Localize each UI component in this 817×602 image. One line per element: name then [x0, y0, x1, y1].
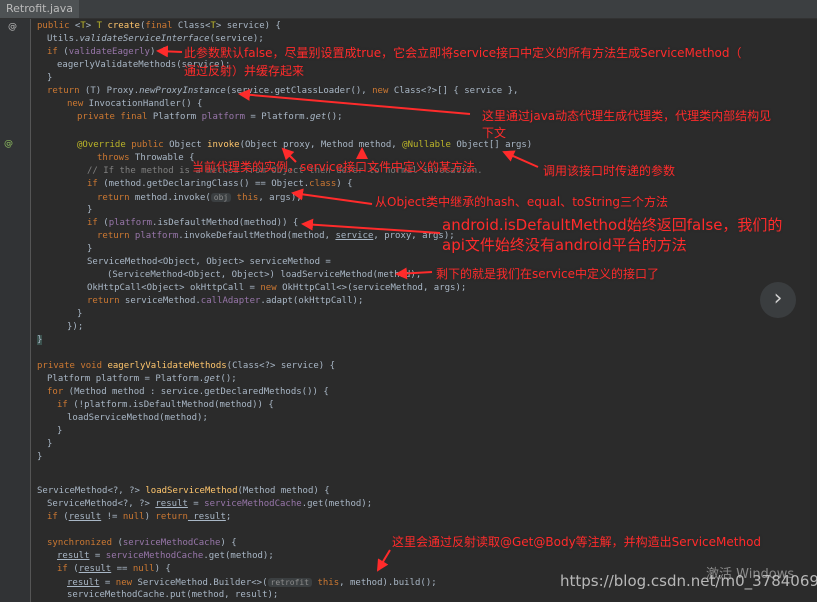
annotation-proxy-cont: 下文 — [482, 126, 507, 140]
arrow-6 — [301, 218, 441, 234]
arrow-2 — [238, 88, 471, 115]
arrow-7 — [395, 267, 433, 280]
arrow-8 — [376, 549, 391, 572]
blog-url-watermark: https://blog.csdn.net/m0_37840695 — [560, 572, 817, 590]
annotation-default-method: android.isDefaultMethod始终返回false，我们的 — [442, 216, 783, 234]
annotation-proxy-instance: 当前代理类的实例，service接口文件中定义的某方法 — [192, 160, 475, 174]
annotation-validate-eagerly-cont: 通过反射）并缓存起来 — [184, 64, 305, 78]
arrow-5 — [291, 188, 373, 205]
annotation-args: 调用该接口时传递的参数 — [543, 164, 676, 178]
annotation-validate-eagerly: 此参数默认false，尽量别设置成true，它会立即将service接口中定义的… — [184, 46, 742, 60]
next-arrow-button[interactable]: › — [760, 282, 796, 318]
annotation-object-methods: 从Object类中继承的hash、equal、toString三个方法 — [375, 195, 669, 209]
annotation-default-method-cont: api文件始终没有android平台的方法 — [442, 236, 687, 254]
arrow-1 — [156, 45, 183, 58]
arrow-4 — [502, 150, 539, 168]
annotation-arrows — [156, 45, 539, 572]
chevron-right-icon: › — [773, 286, 783, 311]
annotation-reflection: 这里会通过反射读取@Get@Body等注解，并构造出ServiceMethod — [392, 535, 762, 549]
annotation-proxy: 这里通过java动态代理生成代理类，代理类内部结构见 — [482, 109, 772, 123]
annotation-remaining: 剩下的就是我们在service中定义的接口了 — [436, 267, 659, 281]
